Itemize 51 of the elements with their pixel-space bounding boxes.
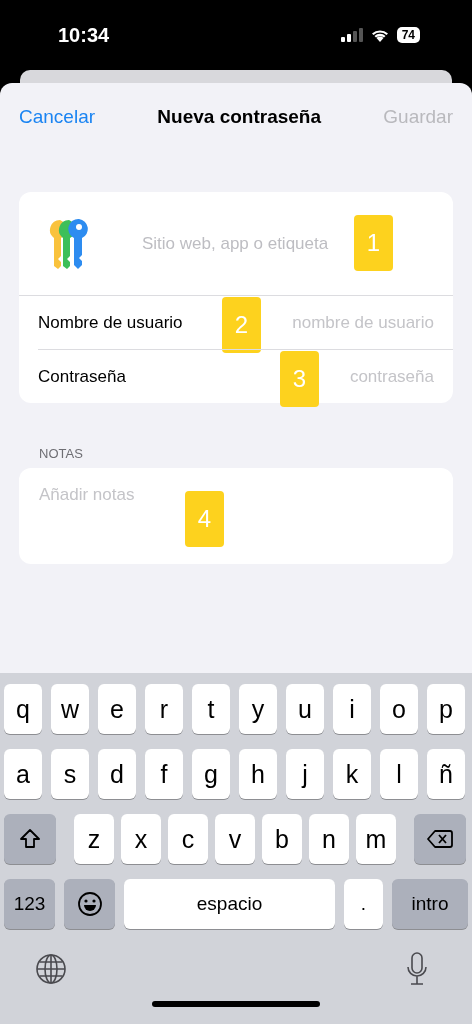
letter-key[interactable]: a: [4, 749, 42, 799]
letter-key[interactable]: q: [4, 684, 42, 734]
signal-icon: [340, 28, 363, 42]
annotation-marker: 1: [354, 215, 393, 271]
return-key[interactable]: intro: [392, 879, 468, 929]
numbers-key[interactable]: 123: [4, 879, 55, 929]
letter-key[interactable]: w: [51, 684, 89, 734]
letter-key[interactable]: b: [262, 814, 302, 864]
letter-key[interactable]: e: [98, 684, 136, 734]
letter-key[interactable]: m: [356, 814, 396, 864]
status-time: 10:34: [58, 23, 110, 47]
letter-key[interactable]: d: [98, 749, 136, 799]
emoji-icon: [76, 891, 103, 917]
letter-key[interactable]: i: [333, 684, 371, 734]
annotation-marker: 4: [185, 491, 224, 547]
letter-key[interactable]: c: [168, 814, 208, 864]
period-key[interactable]: .: [344, 879, 383, 929]
annotation-marker: 3: [280, 351, 319, 407]
letter-key[interactable]: h: [239, 749, 277, 799]
letter-key[interactable]: k: [333, 749, 371, 799]
letter-key[interactable]: f: [145, 749, 183, 799]
letter-key[interactable]: y: [239, 684, 277, 734]
letter-key[interactable]: l: [380, 749, 418, 799]
letter-key[interactable]: v: [215, 814, 255, 864]
delete-key[interactable]: [414, 814, 466, 864]
letter-key[interactable]: x: [121, 814, 161, 864]
letter-key[interactable]: r: [145, 684, 183, 734]
letter-key[interactable]: n: [309, 814, 349, 864]
letter-key[interactable]: z: [74, 814, 114, 864]
letter-key[interactable]: s: [51, 749, 89, 799]
globe-icon[interactable]: [35, 953, 67, 985]
battery-level: 74: [396, 27, 420, 43]
section-header: NOTAS: [39, 446, 84, 461]
letter-key[interactable]: p: [427, 684, 465, 734]
field-label: Nombre de usuario: [38, 312, 183, 333]
shift-icon: [19, 829, 41, 849]
emoji-key[interactable]: [64, 879, 115, 929]
field-label: Contraseña: [38, 366, 126, 387]
sheet-title: Nueva contraseña: [157, 106, 321, 128]
letter-key[interactable]: g: [192, 749, 230, 799]
annotation-marker: 2: [222, 297, 261, 353]
letter-key[interactable]: ñ: [427, 749, 465, 799]
letter-key[interactable]: u: [286, 684, 324, 734]
space-key[interactable]: espacio: [124, 879, 335, 929]
wifi-icon: [369, 28, 390, 42]
shift-key[interactable]: [4, 814, 56, 864]
letter-key[interactable]: j: [286, 749, 324, 799]
delete-icon: [427, 829, 453, 849]
letter-key[interactable]: o: [380, 684, 418, 734]
microphone-icon[interactable]: [406, 952, 428, 986]
letter-key[interactable]: t: [192, 684, 230, 734]
